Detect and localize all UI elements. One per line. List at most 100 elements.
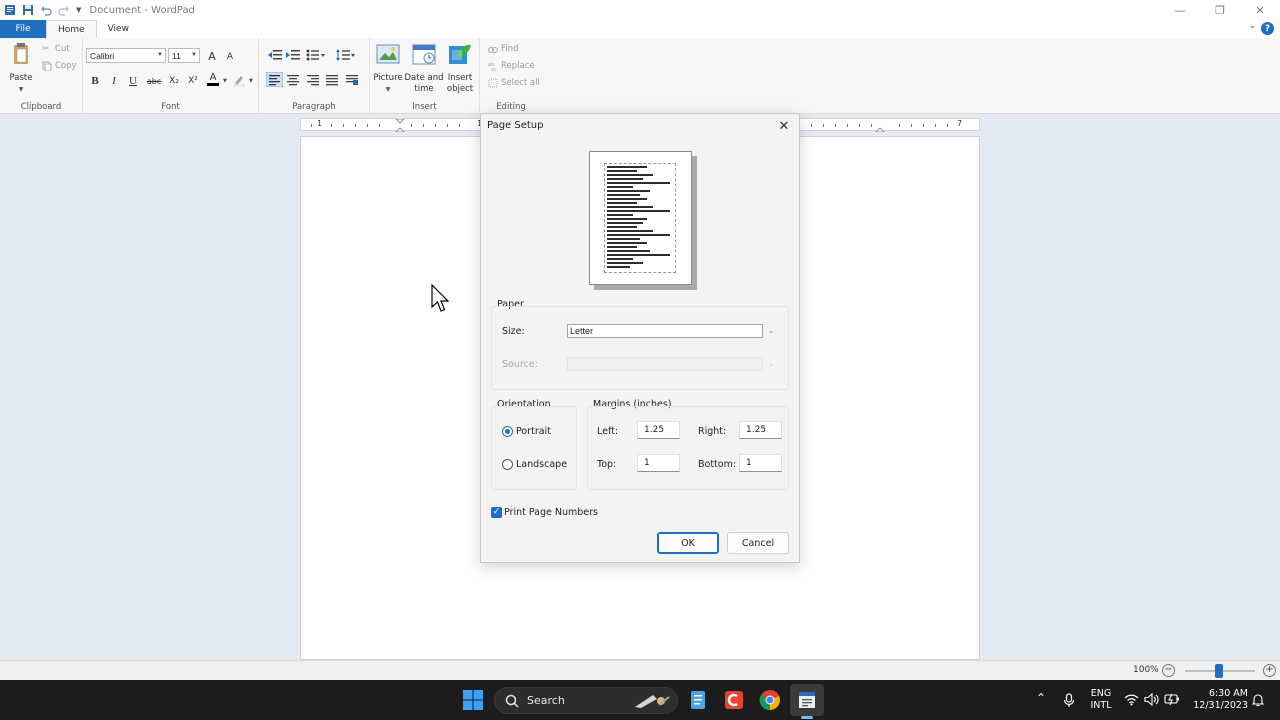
screen-recorder-app-icon[interactable] [722,688,746,712]
taskbar: Search ⌃ ENG INTL 6:30 AM 12/31/2023 [0,680,1280,720]
bottom-margin-input[interactable]: 1 [739,454,782,472]
align-left-icon[interactable] [266,72,283,87]
landscape-radio[interactable] [502,459,513,470]
tray-overflow-chevron-icon[interactable]: ⌃ [1036,692,1046,704]
tab-file[interactable]: File [0,20,46,38]
editing-group-label: Editing [496,102,526,112]
italic-button[interactable]: I [107,74,121,88]
microphone-icon[interactable] [1063,693,1075,708]
notepad-app-icon[interactable] [686,688,710,712]
chrome-app-icon[interactable] [758,688,782,712]
highlight-icon[interactable] [232,73,246,87]
print-page-numbers-label[interactable]: Print Page Numbers [504,507,598,518]
bold-button[interactable]: B [88,74,102,88]
paper-size-select[interactable]: Letter ⌄ [567,324,774,338]
notifications-icon[interactable] [1252,693,1264,707]
align-right-icon[interactable] [306,72,320,87]
status-bar: 100% − + [0,660,1280,680]
top-margin-label: Top: [597,459,617,470]
align-center-icon[interactable] [286,72,300,87]
paste-label: Paste [9,73,33,83]
taskbar-search-box[interactable]: Search [494,687,678,714]
increase-indent-icon[interactable] [286,49,300,61]
replace-icon: abac [488,62,497,71]
language-line-1: ENG [1090,688,1112,699]
insert-group-label: Insert [412,102,437,112]
help-icon[interactable]: ? [1261,22,1274,35]
paragraph-group-label: Paragraph [292,102,336,112]
strikethrough-button[interactable]: abc [146,74,162,88]
right-margin-input[interactable]: 1.25 [739,421,782,439]
picture-dropdown-icon[interactable]: ▼ [373,84,403,95]
save-icon[interactable] [22,4,34,16]
language-indicator[interactable]: ENG INTL [1088,688,1114,712]
redo-icon[interactable] [58,4,70,16]
title-bar: ▼ Document - WordPad — ❐ ✕ [0,0,1280,20]
zoom-out-button[interactable]: − [1162,664,1175,677]
decrease-indent-icon[interactable] [268,49,282,61]
find-button[interactable]: Find [488,44,518,54]
bullet-list-icon[interactable] [306,49,326,61]
text-color-dropdown-icon[interactable]: ▼ [223,78,227,84]
right-margin-label: Right: [698,426,727,437]
font-family-select[interactable]: Calibri ▼ [86,48,166,63]
paragraph-group: Paragraph [259,38,370,114]
window-title: Document - WordPad [89,4,195,16]
copy-button[interactable]: Copy [42,61,77,71]
close-window-button[interactable]: ✕ [1240,0,1280,20]
wordpad-taskbar-icon[interactable] [795,688,819,712]
select-all-button[interactable]: Select all [488,78,540,88]
volume-icon[interactable] [1144,693,1159,706]
maximize-button[interactable]: ❐ [1200,0,1240,20]
paste-dropdown-icon[interactable]: ▼ [6,84,36,95]
ribbon-minimize-chevron-icon[interactable]: ⌄ [1248,21,1256,31]
zoom-in-button[interactable]: + [1263,664,1276,677]
tab-view[interactable]: View [97,20,140,38]
zoom-slider-thumb[interactable] [1215,664,1223,678]
shrink-font-button[interactable]: A [223,50,237,64]
subscript-button[interactable]: X₂ [166,74,182,88]
print-page-numbers-checkbox[interactable]: ✓ [491,507,502,518]
left-margin-input[interactable]: 1.25 [637,421,680,439]
minimize-button[interactable]: — [1160,0,1200,20]
font-size-select[interactable]: 11 ▼ [168,48,200,63]
portrait-radio[interactable] [502,426,513,437]
paste-button[interactable]: Paste ▼ [6,42,36,95]
zoom-level: 100% [1133,665,1159,675]
insert-object-label-2: object [446,84,474,94]
ruler-mark-7: 7 [957,119,963,128]
page-preview [589,151,692,285]
copy-label: Copy [55,61,77,71]
battery-icon[interactable] [1164,692,1180,706]
text-color-button[interactable]: A [206,72,220,86]
line-spacing-icon[interactable] [336,49,356,61]
wordpad-app-icon [5,5,15,15]
top-margin-input[interactable]: 1 [637,454,680,472]
highlight-dropdown-icon[interactable]: ▼ [249,78,253,84]
ok-button[interactable]: OK [657,532,719,554]
dialog-close-button[interactable]: ✕ [775,117,793,135]
picture-button[interactable]: Picture ▼ [373,42,403,95]
cancel-button[interactable]: Cancel [727,532,789,554]
cut-button[interactable]: ✂ Cut [42,44,70,54]
clock-date: 12/31/2023 [1193,700,1248,711]
windows-start-icon[interactable] [461,688,485,712]
clock[interactable]: 6:30 AM 12/31/2023 [1188,688,1248,712]
customize-quick-access-icon[interactable]: ▼ [76,6,81,14]
replace-button[interactable]: ab ac Replace [488,61,535,71]
grow-font-button[interactable]: A [205,49,219,63]
insert-object-button[interactable]: Insert object [445,42,475,95]
left-margin-label: Left: [597,426,619,437]
margins-frame [587,406,789,490]
landscape-label[interactable]: Landscape [516,459,567,470]
chevron-down-icon: ▼ [157,52,163,58]
underline-button[interactable]: U [126,74,140,88]
wifi-icon[interactable] [1124,693,1139,706]
portrait-label[interactable]: Portrait [516,426,551,437]
undo-icon[interactable] [40,4,52,16]
tab-home[interactable]: Home [46,20,97,38]
justify-icon[interactable] [325,72,339,87]
date-time-button[interactable]: Date and time [404,42,444,95]
superscript-button[interactable]: X² [185,74,201,88]
paragraph-settings-icon[interactable] [345,72,359,87]
